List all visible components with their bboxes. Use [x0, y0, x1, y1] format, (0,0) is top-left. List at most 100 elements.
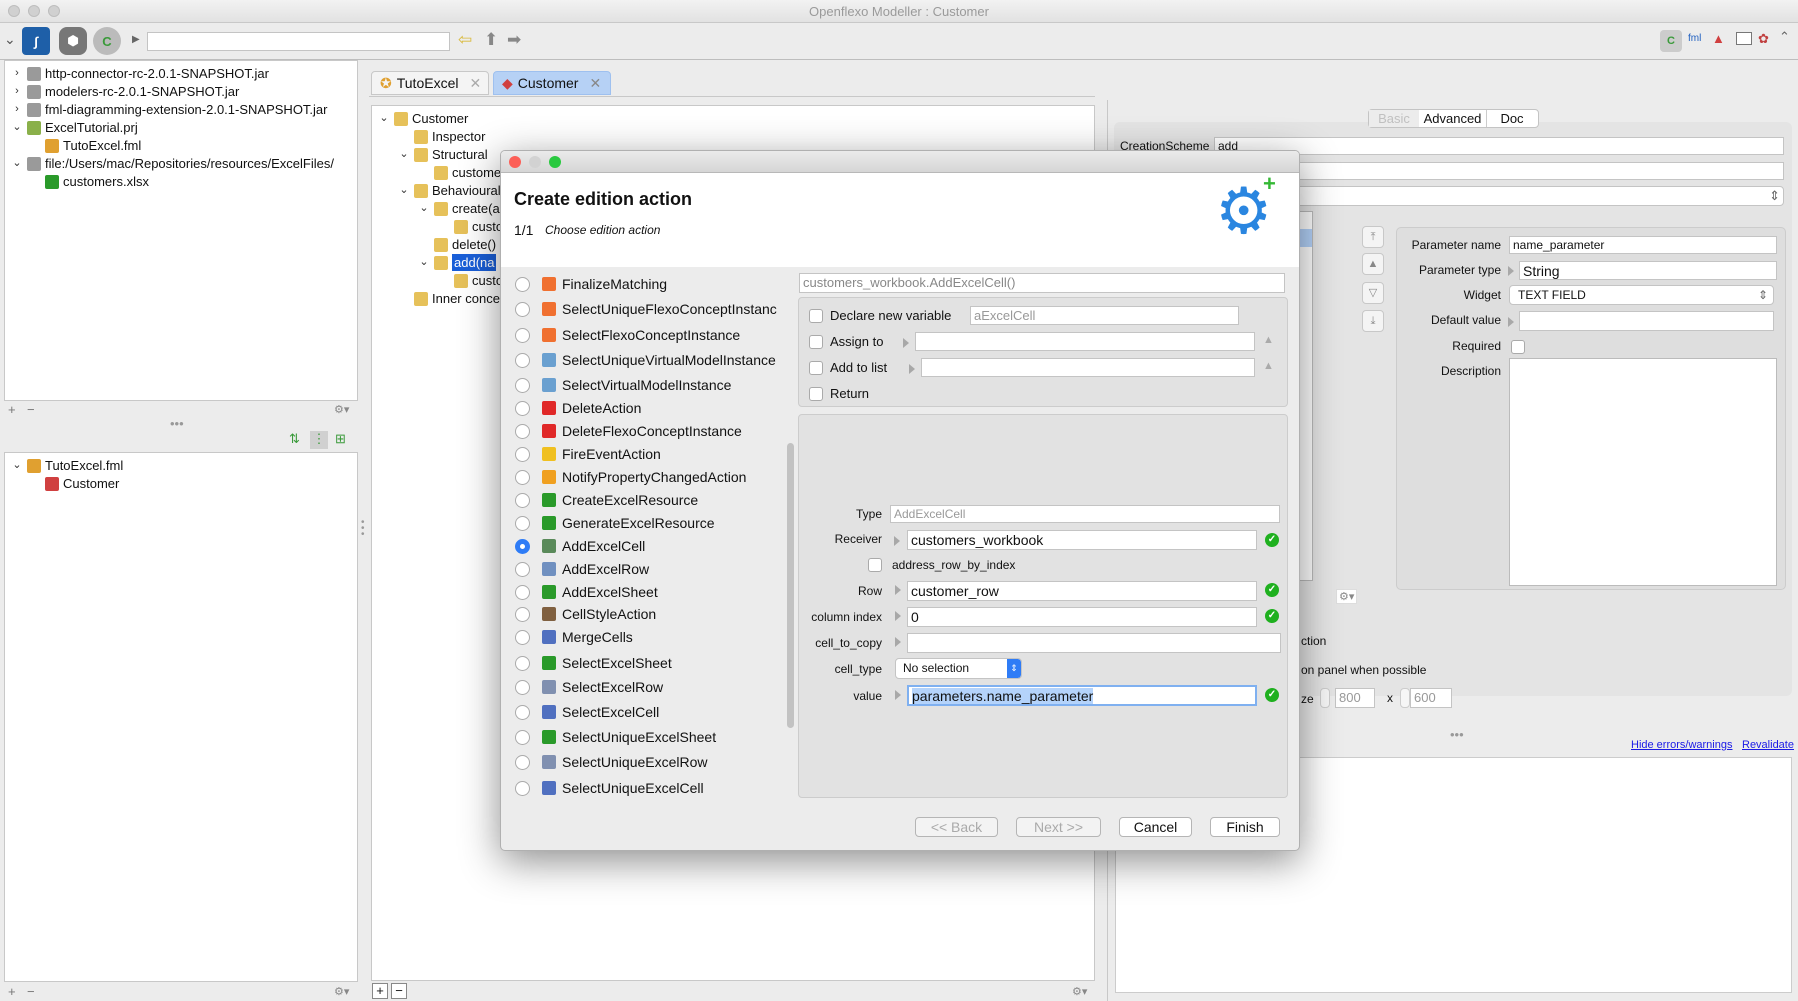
radio-button[interactable]	[515, 538, 530, 554]
action-option[interactable]: SelectExcelCell	[515, 702, 659, 722]
radio-button[interactable]	[515, 446, 530, 462]
height-stepper[interactable]	[1400, 688, 1410, 708]
split-handle[interactable]: •••	[1450, 727, 1464, 742]
dialog-minimize-button[interactable]	[529, 156, 541, 168]
shield-icon[interactable]: ⬢	[59, 27, 87, 55]
tree-item[interactable]: custo	[438, 218, 503, 235]
gear-menu-icon-editor[interactable]: ⚙▾	[1072, 985, 1087, 998]
close-tab-icon[interactable]: ✕	[469, 75, 481, 92]
chevron-down-icon[interactable]: ⌄	[418, 254, 430, 271]
ci-icon[interactable]: C	[93, 27, 121, 55]
cancel-button[interactable]: Cancel	[1119, 817, 1192, 837]
dialog-close-button[interactable]	[509, 156, 521, 168]
expand-arrow-icon[interactable]	[1508, 266, 1514, 276]
split-handle[interactable]: •••	[170, 416, 184, 431]
add-button-bottom[interactable]: +	[8, 984, 16, 999]
tree-item[interactable]: custo	[438, 272, 503, 289]
add-to-list-field[interactable]	[921, 358, 1255, 377]
action-option[interactable]: SelectFlexoConceptInstance	[515, 325, 740, 345]
module-tree[interactable]: ⌄ TutoExcel.fml Customer	[4, 452, 358, 982]
window-icon[interactable]	[1736, 32, 1752, 45]
assign-checkbox[interactable]	[809, 335, 823, 349]
action-option[interactable]: FinalizeMatching	[515, 274, 667, 294]
revalidate-link[interactable]: Revalidate	[1742, 739, 1794, 751]
cell-type-select[interactable]: No selection ⇕	[895, 658, 1022, 679]
chevron-right-icon[interactable]: ›	[11, 83, 23, 100]
action-list-scrollbar[interactable]	[787, 443, 794, 728]
chevron-down-icon[interactable]: ⌄	[418, 200, 430, 217]
action-list[interactable]: FinalizeMatching SelectUniqueFlexoConcept…	[511, 267, 789, 801]
add-button[interactable]: +	[8, 402, 16, 417]
cell-to-copy-field[interactable]	[907, 633, 1281, 653]
radio-button[interactable]	[515, 561, 530, 577]
action-option[interactable]: SelectUniqueExcelSheet	[515, 727, 716, 747]
forward-arrow-icon[interactable]: ➡	[507, 30, 521, 50]
width-field[interactable]: 800	[1335, 688, 1375, 708]
remove-concept-button[interactable]: −	[391, 983, 407, 999]
play-icon[interactable]: ▶	[132, 34, 140, 45]
action-option[interactable]: SelectExcelSheet	[515, 653, 672, 673]
action-option[interactable]: SelectUniqueExcelCell	[515, 778, 704, 798]
hide-errors-link[interactable]: Hide errors/warnings	[1631, 739, 1732, 751]
expand-arrow-icon[interactable]	[903, 338, 909, 348]
action-option[interactable]: SelectUniqueFlexoConceptInstanc	[515, 299, 777, 319]
row-field[interactable]: customer_row	[907, 581, 1257, 601]
tree-item[interactable]: ⌄ ExcelTutorial.prj	[11, 119, 137, 136]
value-field[interactable]: parameters.name_parameter	[907, 685, 1257, 706]
move-up-button[interactable]: ▲	[1362, 253, 1384, 275]
tree-item[interactable]: ⌄ add(na	[418, 254, 497, 271]
radio-button[interactable]	[515, 515, 530, 531]
widget-select[interactable]: TEXT FIELD ⇕	[1509, 285, 1774, 305]
assign-field[interactable]	[915, 332, 1255, 351]
chevron-down-icon[interactable]: ⌄	[11, 457, 23, 474]
action-option[interactable]: DeleteFlexoConceptInstance	[515, 421, 742, 441]
action-option[interactable]: CellStyleAction	[515, 604, 656, 624]
palette-icon[interactable]: ✿	[1758, 31, 1769, 47]
expand-arrow-icon[interactable]	[895, 611, 901, 621]
chevron-down-icon[interactable]: ⌄	[11, 119, 23, 136]
finish-button[interactable]: Finish	[1210, 817, 1280, 837]
radio-button[interactable]	[515, 377, 530, 393]
width-stepper[interactable]	[1320, 688, 1330, 708]
tree-item[interactable]: Inner conce	[398, 290, 500, 307]
radio-button[interactable]	[515, 492, 530, 508]
tree-expand-icon[interactable]: ⇅	[289, 431, 300, 447]
tree-item[interactable]: Inspector	[398, 128, 485, 145]
ci-small-icon[interactable]: C	[1660, 30, 1682, 52]
remove-button[interactable]: −	[27, 402, 35, 417]
description-textarea[interactable]	[1509, 358, 1777, 586]
default-value-field[interactable]	[1519, 311, 1774, 331]
receiver-field[interactable]: customers_workbook	[907, 530, 1257, 550]
tree-item[interactable]: ⌄ TutoExcel.fml	[11, 457, 123, 474]
next-button[interactable]: Next >>	[1016, 817, 1101, 837]
diagram-icon[interactable]: ▲	[1712, 31, 1725, 46]
tree-item[interactable]: › fml-diagramming-extension-2.0.1-SNAPSHO…	[11, 101, 327, 118]
fml-icon[interactable]: fml	[1688, 33, 1701, 44]
collapse-icon[interactable]: ⌃	[1779, 29, 1790, 45]
tab-customer[interactable]: ◆ Customer ✕	[493, 71, 611, 95]
close-tab-icon[interactable]: ✕	[589, 75, 601, 92]
expand-arrow-icon[interactable]	[895, 637, 901, 647]
radio-button[interactable]	[515, 629, 530, 645]
chevron-right-icon[interactable]: ›	[11, 65, 23, 82]
action-option[interactable]: GenerateExcelResource	[515, 513, 715, 533]
tree-item[interactable]: ⌄ create(a	[418, 200, 499, 217]
action-option[interactable]: FireEventAction	[515, 444, 661, 464]
chevrons-down-icon[interactable]: ⌄	[4, 31, 16, 48]
tree-item[interactable]: TutoExcel.fml	[29, 137, 141, 154]
tree-group-icon[interactable]: ⊞	[335, 431, 346, 447]
tree-item[interactable]: customers.xlsx	[29, 173, 149, 190]
tree-item[interactable]: › http-connector-rc-2.0.1-SNAPSHOT.jar	[11, 65, 269, 82]
height-field[interactable]: 600	[1410, 688, 1452, 708]
openflexo-icon[interactable]: ∫	[22, 27, 50, 55]
add-to-list-checkbox[interactable]	[809, 361, 823, 375]
radio-button[interactable]	[515, 276, 530, 292]
tree-item[interactable]: ⌄ Structural	[398, 146, 487, 163]
expand-arrow-icon[interactable]	[1508, 317, 1514, 327]
tab-tutoexcel[interactable]: ✪ TutoExcel ✕	[371, 71, 489, 95]
column-index-field[interactable]: 0	[907, 607, 1257, 627]
project-tree[interactable]: › http-connector-rc-2.0.1-SNAPSHOT.jar › mo…	[4, 60, 358, 401]
tree-item[interactable]: ⌄ Behavioural	[398, 182, 500, 199]
declare-variable-field[interactable]: aExcelCell	[970, 306, 1239, 325]
chevron-right-icon[interactable]: ›	[11, 101, 23, 118]
